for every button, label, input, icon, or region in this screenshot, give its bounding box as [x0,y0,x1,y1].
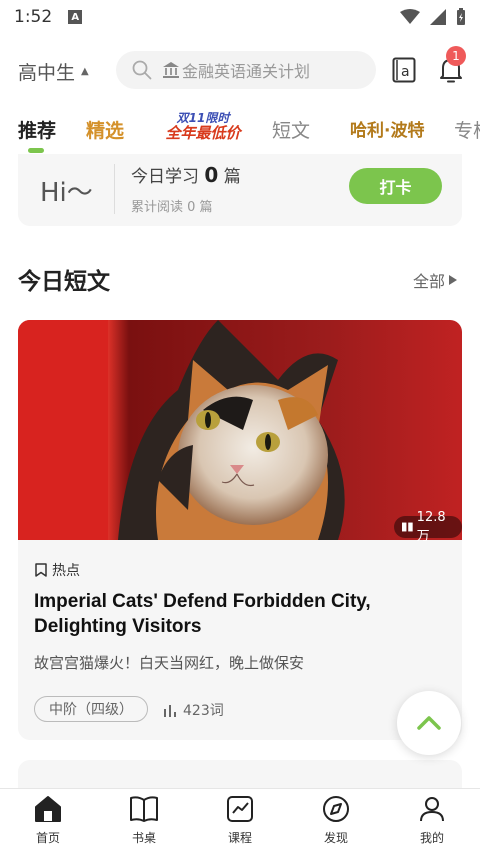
article-title: Imperial Cats' Defend Forbidden City, De… [34,591,371,637]
triangle-right-icon [449,275,458,285]
search-icon [132,60,152,80]
nav-home[interactable]: 首页 [0,789,96,853]
today-study-label: 今日学习 [131,167,199,187]
chevron-up-icon [417,716,441,730]
total-read: 累计阅读 0 篇 [131,200,213,215]
checkin-card: Hi～ 今日学习 0 篇 累计阅读 0 篇 打卡 [18,154,462,226]
today-study-unit: 篇 [223,167,241,187]
dictionary-letter: a [401,64,410,80]
section-title: 今日短文 [18,269,110,295]
nav-profile-label: 我的 [419,831,444,845]
battery-icon [457,8,465,25]
article-category: 热点 [34,560,80,580]
chart-icon [227,796,253,822]
nav-desk-label: 书桌 [131,831,156,845]
notification-badge: 1 [446,46,466,66]
tab-harry-potter[interactable]: 哈利·波特 [350,116,424,141]
book-icon [130,796,158,822]
nav-discover[interactable]: 发现 [288,789,384,853]
level-tag: 中阶（四级） [34,696,148,722]
tab-double11-promo[interactable]: 双11限时 全年最低价 [160,112,246,148]
today-study: 今日学习 0 篇 [131,162,241,187]
word-count: 423词 [163,700,224,720]
tab-recommend[interactable]: 推荐 [18,116,56,143]
nav-course-label: 课程 [227,831,252,845]
bookmark-icon [35,563,47,577]
article-category-label: 热点 [52,563,80,579]
grade-label: 高中生 [18,62,76,84]
grade-selector[interactable]: 高中生 ▲ [18,58,89,85]
scroll-to-top-button[interactable] [397,691,461,755]
article-card[interactable]: 12.8万 热点 Imperial Cats' Defend Forbidden… [18,320,462,740]
status-icons [400,8,466,26]
notification-a-icon: A [68,10,83,24]
bottom-nav: 首页 书桌 课程 发现 我的 [0,788,480,853]
nav-course[interactable]: 课程 [192,789,288,853]
profile-icon [420,797,444,822]
cat-image [18,320,462,540]
nav-home-label: 首页 [35,831,60,845]
search-bar[interactable]: 金融英语通关计划 [116,51,376,89]
caret-down-icon: ▲ [81,66,89,77]
tab-columns[interactable]: 专栏 [454,116,480,143]
checkin-button[interactable]: 打卡 [349,168,442,204]
today-study-count: 0 [204,163,219,187]
view-count: 12.8万 [394,510,462,544]
dictionary-icon[interactable]: a [392,57,416,87]
book-open-icon [402,522,413,532]
active-tab-indicator [28,148,44,153]
status-time: 1:52 [14,7,53,27]
view-all-label: 全部 [413,272,446,291]
article-subtitle: 故宫宫猫爆火！白天当网红，晚上做保安 [34,654,305,672]
tab-short-articles[interactable]: 短文 [272,116,310,143]
tab-featured[interactable]: 精选 [86,116,124,143]
search-placeholder: 金融英语通关计划 [182,62,311,81]
wifi-icon [400,9,420,24]
nav-profile[interactable]: 我的 [384,789,480,853]
bank-icon [163,62,179,78]
promo-line1: 双11限时 [176,111,230,125]
signal-icon [430,9,446,25]
compass-icon [323,796,349,822]
nav-discover-label: 发现 [323,831,348,845]
status-bar: 1:52 A [0,0,480,34]
top-bar: 高中生 ▲ 金融英语通关计划 a 1 [0,46,480,92]
view-count-text: 12.8万 [416,510,446,544]
divider [114,164,115,214]
home-icon [35,796,61,822]
bars-icon [164,705,176,717]
nav-desk[interactable]: 书桌 [96,789,192,853]
promo-line2: 全年最低价 [165,124,241,142]
view-all-link[interactable]: 全部 [413,268,458,292]
greeting: Hi～ [40,178,93,208]
word-count-text: 423词 [183,703,224,719]
